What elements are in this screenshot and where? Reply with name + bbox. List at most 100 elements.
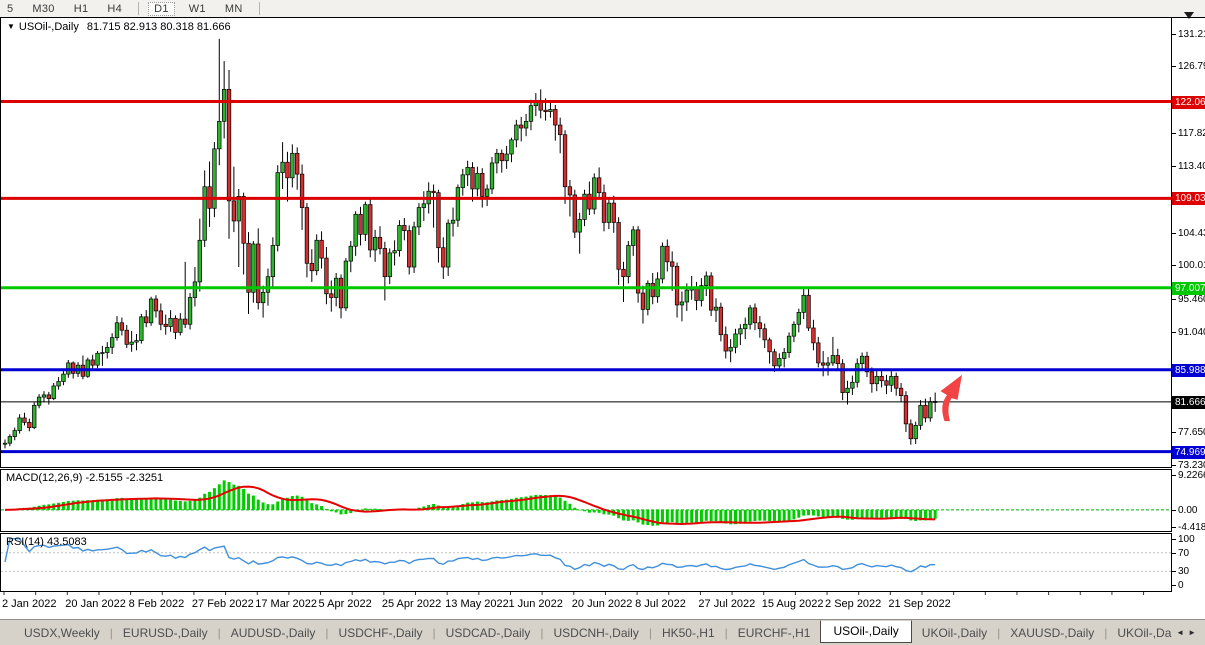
axis-tick-label: 30 — [1178, 566, 1189, 577]
timeframe-button-mn[interactable]: MN — [220, 2, 248, 16]
date-label: 27 Jul 2022 — [698, 598, 755, 610]
chart-tab-usdx-weekly[interactable]: USDX,Weekly — [14, 624, 110, 642]
price-level-badge: 81.666 — [1172, 396, 1205, 409]
chart-tab-eurchf-h1[interactable]: EURCHF-,H1 — [728, 624, 821, 642]
chart-tab-ukoil-da[interactable]: UKOil-,Da — [1107, 624, 1181, 642]
axis-tick-mark — [1172, 299, 1176, 300]
chart-tab-xauusd-daily[interactable]: XAUUSD-,Daily — [1000, 624, 1104, 642]
axis-tick-label: 0 — [1178, 580, 1184, 591]
price-level-badge: 85.988 — [1172, 364, 1205, 377]
date-label: 20 Jun 2022 — [572, 598, 633, 610]
axis-tick-label: 131.210 — [1178, 29, 1205, 40]
date-label: 8 Jul 2022 — [635, 598, 686, 610]
timeframe-button-w1[interactable]: W1 — [184, 2, 211, 16]
chart-tab-usdchf-daily[interactable]: USDCHF-,Daily — [329, 624, 433, 642]
tab-scroll-left-icon[interactable]: ◄ — [1176, 628, 1188, 637]
tab-scroll-arrows: ◄► — [1176, 628, 1200, 637]
chart-title: ▼USOil-,Daily81.715 82.913 80.318 81.666 — [7, 21, 231, 33]
macd-indicator-pane[interactable]: MACD(12,26,9) -2.5155 -2.3251 — [0, 469, 1172, 532]
rsi-chart[interactable] — [1, 534, 1171, 591]
macd-label: MACD(12,26,9) -2.5155 -2.3251 — [6, 472, 163, 484]
price-tick: 113.400 — [1172, 161, 1205, 173]
axis-tick-mark — [1172, 265, 1176, 266]
price-tick: 95.460 — [1172, 294, 1205, 306]
timeframe-button-h4[interactable]: H4 — [102, 2, 127, 16]
price-level-badge: 74.969 — [1172, 446, 1205, 459]
price-tick: 126.790 — [1172, 61, 1205, 73]
timeframe-button-m30[interactable]: M30 — [27, 2, 59, 16]
axis-tick-label: 91.040 — [1178, 327, 1205, 338]
axis-tick-mark — [1172, 166, 1176, 167]
axis-tick-label: 0.00 — [1178, 505, 1197, 516]
axis-tick-mark — [1172, 585, 1176, 586]
axis-tick-mark — [1172, 475, 1176, 476]
chart-tab-usdcnh-daily[interactable]: USDCNH-,Daily — [543, 624, 648, 642]
price-tick: 104.430 — [1172, 228, 1205, 240]
toolbar-separator — [138, 2, 139, 15]
date-label: 1 Jun 2022 — [508, 598, 562, 610]
date-label: 15 Aug 2022 — [762, 598, 824, 610]
timeframe-button-d1[interactable]: D1 — [148, 2, 175, 16]
price-tick: 131.210 — [1172, 29, 1205, 41]
rsi-label: RSI(14) 43.5083 — [6, 536, 87, 548]
rsi-tick: 100 — [1172, 534, 1195, 546]
price-tick: 100.010 — [1172, 260, 1205, 272]
timeframe-toolbar: 5 M30 H1 H4 D1 W1 MN — [0, 0, 1205, 17]
axis-tick-mark — [1172, 539, 1176, 540]
axis-tick-mark — [1172, 432, 1176, 433]
date-label: 21 Sep 2022 — [888, 598, 950, 610]
axis-tick-label: 117.820 — [1178, 128, 1205, 139]
rsi-tick: 70 — [1172, 548, 1189, 560]
chart-tab-usdcad-daily[interactable]: USDCAD-,Daily — [436, 624, 541, 642]
macd-chart[interactable] — [1, 470, 1171, 531]
date-label: 20 Jan 2022 — [65, 598, 126, 610]
mt4-window: 5M30H1H4D1W1MN ▼USOil-,Daily81.715 82.91… — [0, 0, 1205, 645]
chart-tab-usoil-daily[interactable]: USOil-,Daily — [820, 620, 911, 643]
price-tick: 91.040 — [1172, 327, 1205, 339]
timeframe-button-h1[interactable]: H1 — [69, 2, 94, 16]
axis-tick-mark — [1172, 133, 1176, 134]
macd-tick: -4.4188 — [1172, 522, 1205, 534]
axis-tick-label: -4.4188 — [1178, 522, 1205, 533]
axis-tick-mark — [1172, 553, 1176, 554]
price-tick: 77.650 — [1172, 427, 1205, 439]
axis-tick-label: 95.460 — [1178, 294, 1205, 305]
rsi-tick: 30 — [1172, 566, 1189, 578]
time-axis[interactable]: 2 Jan 202220 Jan 20228 Feb 202227 Feb 20… — [0, 592, 1205, 614]
date-label: 2 Jan 2022 — [2, 598, 56, 610]
axis-tick-label: 113.400 — [1178, 161, 1205, 172]
tab-scroll-right-icon[interactable]: ► — [1188, 628, 1200, 637]
chart-tab-audusd-daily[interactable]: AUDUSD-,Daily — [221, 624, 326, 642]
timeframe-button-5[interactable]: 5 — [2, 2, 18, 16]
toolbar-separator — [259, 2, 260, 15]
rsi-indicator-pane[interactable]: RSI(14) 43.5083 — [0, 533, 1172, 592]
axis-tick-mark — [1172, 510, 1176, 511]
macd-tick: 0.00 — [1172, 505, 1197, 517]
date-label: 2 Sep 2022 — [825, 598, 881, 610]
bullish-arrow-annotation[interactable] — [941, 375, 963, 421]
axis-tick-label: 77.650 — [1178, 427, 1205, 438]
price-level-badge: 109.036 — [1172, 192, 1205, 205]
price-scale[interactable]: 131.210 126.790 117.820 113.400 104.430 100.0… — [1172, 17, 1205, 592]
macd-tick: 9.2266 — [1172, 470, 1205, 482]
chart-tab-ukoil-daily[interactable]: UKOil-,Daily — [912, 624, 997, 642]
axis-tick-mark — [1172, 233, 1176, 234]
chart-tab-eurusd-daily[interactable]: EURUSD-,Daily — [113, 624, 218, 642]
axis-tick-label: 100.010 — [1178, 260, 1205, 271]
axis-tick-label: 126.790 — [1178, 61, 1205, 72]
price-level-badge: 97.007 — [1172, 282, 1205, 295]
chart-symbol-label: USOil-,Daily — [19, 21, 79, 33]
price-chart-pane[interactable]: ▼USOil-,Daily81.715 82.913 80.318 81.666 — [0, 17, 1172, 468]
chart-tab-hk50-h1[interactable]: HK50-,H1 — [652, 624, 725, 642]
axis-tick-mark — [1172, 332, 1176, 333]
collapse-triangle-icon[interactable]: ▼ — [7, 22, 15, 31]
price-tick: 117.820 — [1172, 128, 1205, 140]
axis-tick-mark — [1172, 34, 1176, 35]
axis-tick-mark — [1172, 465, 1176, 466]
axis-tick-label: 100 — [1178, 534, 1195, 545]
axis-tick-label: 104.430 — [1178, 228, 1205, 239]
candlestick-chart[interactable] — [1, 18, 1171, 467]
date-label: 13 May 2022 — [445, 598, 509, 610]
date-label: 25 Apr 2022 — [382, 598, 441, 610]
price-level-badge: 122.066 — [1172, 96, 1205, 109]
